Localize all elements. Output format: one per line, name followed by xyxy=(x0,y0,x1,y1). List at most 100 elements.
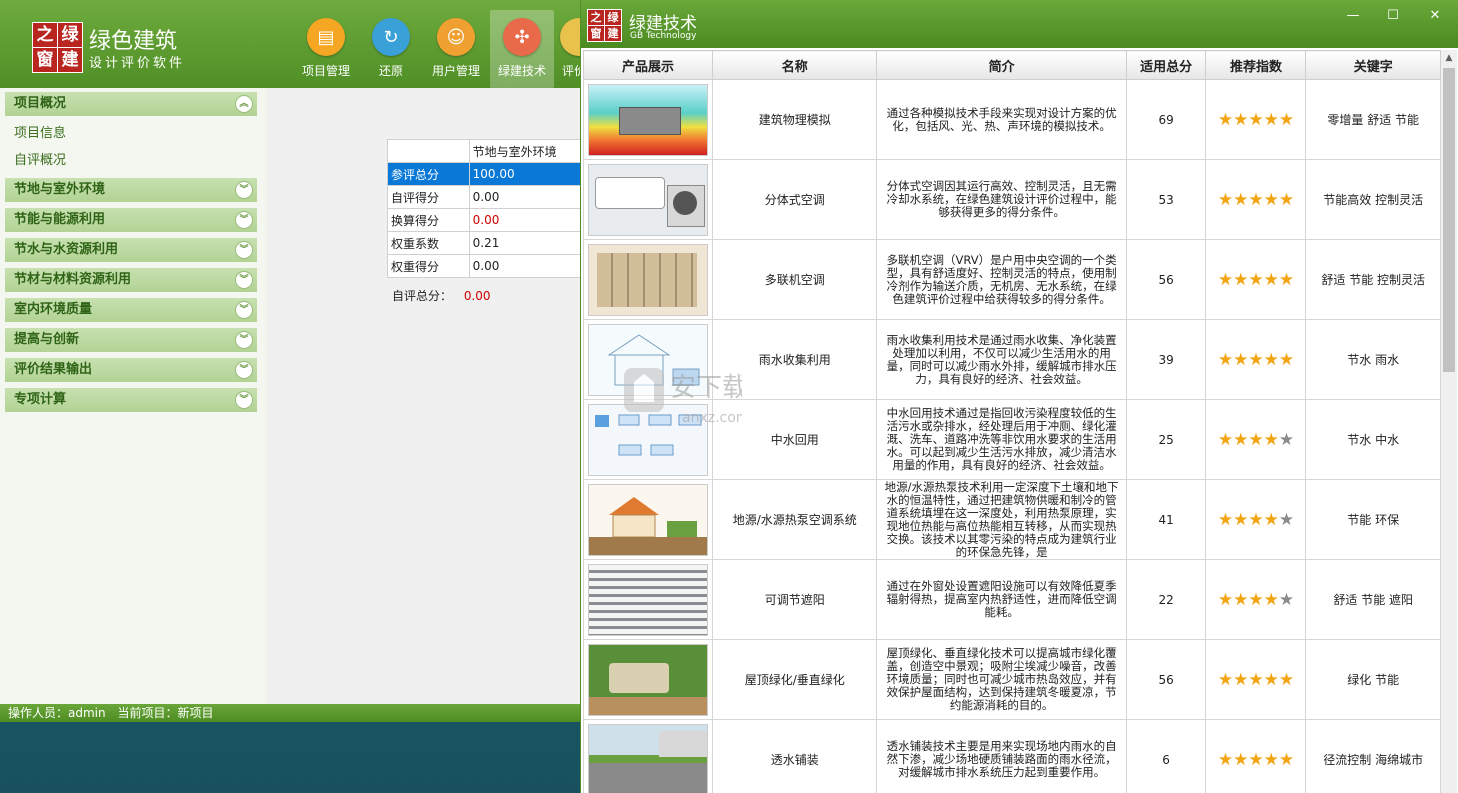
sidebar-group-special-calc[interactable]: 专项计算 ︾ xyxy=(5,388,257,412)
column-header-score[interactable]: 适用总分 xyxy=(1125,50,1207,80)
sidebar-item-project-info[interactable]: 项目信息 xyxy=(14,122,66,141)
sidebar-group-water[interactable]: 节水与水资源利用 ︾ xyxy=(5,238,257,262)
sidebar-group-output[interactable]: 评价结果输出 ︾ xyxy=(5,358,257,382)
toolbar-restore-button[interactable]: ↻ 还原 xyxy=(359,10,423,88)
toolbar-project-button[interactable]: ▤ 项目管理 xyxy=(294,10,358,88)
table-row[interactable]: 多联机空调 多联机空调（VRV）是户用中央空调的一个类型，具有舒适度好、控制灵活的… xyxy=(583,239,1441,320)
star-filled-icon: ★ xyxy=(1248,349,1264,370)
table-row[interactable]: 可调节遮阳 通过在外窗处设置遮阳设施可以有效降低夏季辐射得热，提高室内热舒适性，进… xyxy=(583,559,1441,640)
chevron-down-icon[interactable]: ︾ xyxy=(235,271,253,289)
chevron-down-icon[interactable]: ︾ xyxy=(235,391,253,409)
sidebar-group-material[interactable]: 节材与材料资源利用 ︾ xyxy=(5,268,257,292)
product-name[interactable]: 屋顶绿化/垂直绿化 xyxy=(711,639,878,720)
table-row[interactable]: 参评总分 100.00 xyxy=(387,162,582,186)
row-label: 权重系数 xyxy=(387,231,470,255)
row-value[interactable]: 0.00 xyxy=(468,208,582,232)
applicable-score: 56 xyxy=(1125,639,1207,720)
chevron-down-icon[interactable]: ︾ xyxy=(235,211,253,229)
table-row[interactable]: 地源/水源热泵空调系统 地源/水源热泵技术利用一定深度下土壤和地下水的恒温特性，通… xyxy=(583,479,1441,560)
product-description: 中水回用技术通过是指回收污染程度较低的生活污水或杂排水，经处理后用于冲厕、绿化灌… xyxy=(876,399,1127,480)
toolbar-tech-button[interactable]: ✣ 绿建技术 xyxy=(490,10,554,88)
column-header-rating[interactable]: 推荐指数 xyxy=(1205,50,1307,80)
row-value[interactable]: 0.00 xyxy=(468,185,582,209)
row-value[interactable]: 100.00 xyxy=(468,162,582,186)
product-name[interactable]: 多联机空调 xyxy=(711,239,878,320)
star-filled-icon: ★ xyxy=(1248,269,1264,290)
table-row[interactable]: 建筑物理模拟 通过各种模拟技术手段来实现对设计方案的优化，包括风、光、热、声环境的… xyxy=(583,79,1441,160)
star-filled-icon: ★ xyxy=(1217,269,1234,290)
row-value[interactable]: 0.00 xyxy=(468,254,582,278)
product-thumbnail[interactable] xyxy=(588,163,708,236)
sidebar-group-label: 节材与材料资源利用 xyxy=(14,272,132,287)
chevron-down-icon[interactable]: ︾ xyxy=(235,331,253,349)
logo-char: 之 xyxy=(32,22,58,48)
table-row[interactable]: 换算得分 0.00 xyxy=(387,208,582,232)
watermark-text: 安下载 xyxy=(670,373,742,403)
star-filled-icon: ★ xyxy=(1248,109,1264,130)
sidebar-group-project-overview[interactable]: 项目概况 ︽ xyxy=(5,92,257,116)
product-keywords: 节水 中水 xyxy=(1305,399,1441,480)
rating-cell: ★★★★★ xyxy=(1205,399,1307,480)
chevron-down-icon[interactable]: ︾ xyxy=(235,181,253,199)
dialog-titlebar[interactable]: 之 绿 窗 建 绿建技术 GB Technology — ☐ ✕ xyxy=(581,0,1458,48)
logo-char: 绿 xyxy=(57,22,83,48)
rating-cell: ★★★★★ xyxy=(1205,319,1307,400)
toolbar-label: 还原 xyxy=(378,64,403,78)
column-header-name[interactable]: 名称 xyxy=(711,50,878,80)
star-rating: ★★★★★ xyxy=(1218,510,1294,530)
close-button[interactable]: ✕ xyxy=(1415,6,1455,26)
product-thumbnail[interactable] xyxy=(588,83,708,156)
table-row[interactable]: 自评得分 0.00 xyxy=(387,185,582,209)
product-thumbnail[interactable] xyxy=(588,723,708,793)
main-window: 之 绿 窗 建 绿色建筑 设计评价软件 ▤ 项目管理 ↻ 还原 ☺ 用户管理 ✣… xyxy=(0,0,582,722)
chevron-down-icon[interactable]: ︾ xyxy=(235,361,253,379)
column-header-desc[interactable]: 简介 xyxy=(876,50,1127,80)
sidebar-item-self-eval[interactable]: 自评概况 xyxy=(14,149,66,168)
sidebar-group-label: 提高与创新 xyxy=(14,332,80,347)
scrollbar-thumb[interactable] xyxy=(1443,68,1455,372)
product-thumbnail[interactable] xyxy=(588,643,708,716)
table-row[interactable]: 透水铺装 透水铺装技术主要是用来实现场地内雨水的自然下渗，减少场地硬质铺装路面的雨… xyxy=(583,719,1441,793)
scroll-up-arrow-icon[interactable]: ▲ xyxy=(1441,50,1457,66)
star-filled-icon: ★ xyxy=(1248,429,1264,450)
product-image-cell xyxy=(583,479,713,560)
product-thumbnail[interactable] xyxy=(588,483,708,556)
table-header-cell: 节地与室外环境 xyxy=(468,139,582,163)
chevron-up-icon[interactable]: ︽ xyxy=(235,95,253,113)
rating-cell: ★★★★★ xyxy=(1205,639,1307,720)
vertical-scrollbar[interactable]: ▲ xyxy=(1441,50,1457,793)
product-name[interactable]: 分体式空调 xyxy=(711,159,878,240)
restore-icon: ↻ xyxy=(372,18,410,56)
product-thumbnail[interactable] xyxy=(588,563,708,636)
product-thumbnail[interactable] xyxy=(588,243,708,316)
column-header-keywords[interactable]: 关键字 xyxy=(1305,50,1441,80)
product-name[interactable]: 地源/水源热泵空调系统 xyxy=(711,479,878,560)
operator-label: 操作人员： xyxy=(8,706,69,720)
star-filled-icon: ★ xyxy=(1233,109,1249,130)
minimize-button[interactable]: — xyxy=(1333,6,1373,26)
sidebar-group-innovation[interactable]: 提高与创新 ︾ xyxy=(5,328,257,352)
product-image-cell xyxy=(583,719,713,793)
product-image-cell xyxy=(583,79,713,160)
chevron-down-icon[interactable]: ︾ xyxy=(235,241,253,259)
sidebar-group-label: 节地与室外环境 xyxy=(14,182,106,197)
product-name[interactable]: 透水铺装 xyxy=(711,719,878,793)
applicable-score: 69 xyxy=(1125,79,1207,160)
toolbar-evaluate-button[interactable]: 评价 xyxy=(556,10,582,88)
sidebar-group-indoor[interactable]: 室内环境质量 ︾ xyxy=(5,298,257,322)
product-name[interactable]: 可调节遮阳 xyxy=(711,559,878,640)
table-row[interactable]: 屋顶绿化/垂直绿化 屋顶绿化、垂直绿化技术可以提高城市绿化覆盖，创造空中景观；吸附… xyxy=(583,639,1441,720)
table-row[interactable]: 权重得分 0.00 xyxy=(387,254,582,278)
sidebar-group-energy[interactable]: 节能与能源利用 ︾ xyxy=(5,208,257,232)
column-header-image[interactable]: 产品展示 xyxy=(583,50,713,80)
table-row[interactable]: 分体式空调 分体式空调因其运行高效、控制灵活，且无需冷却水系统，在绿色建筑设计评价… xyxy=(583,159,1441,240)
chevron-down-icon[interactable]: ︾ xyxy=(235,301,253,319)
product-name[interactable]: 建筑物理模拟 xyxy=(711,79,878,160)
sidebar-group-land[interactable]: 节地与室外环境 ︾ xyxy=(5,178,257,202)
row-value[interactable]: 0.21 xyxy=(468,231,582,255)
project-value: 新项目 xyxy=(177,706,214,720)
toolbar-label: 项目管理 xyxy=(301,64,350,78)
maximize-button[interactable]: ☐ xyxy=(1373,6,1413,26)
toolbar-user-button[interactable]: ☺ 用户管理 xyxy=(424,10,488,88)
table-row[interactable]: 权重系数 0.21 xyxy=(387,231,582,255)
